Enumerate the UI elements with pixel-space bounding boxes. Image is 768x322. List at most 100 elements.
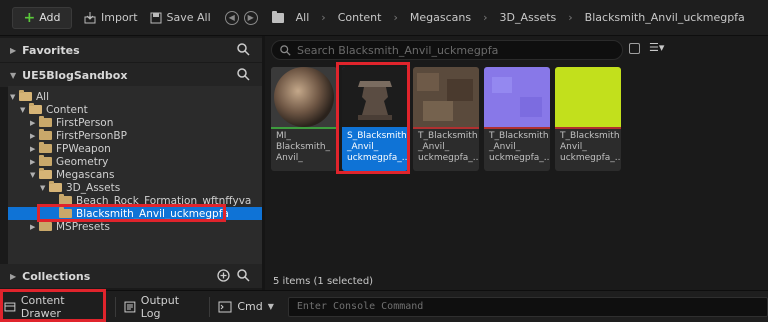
console-command-input[interactable]: Enter Console Command bbox=[287, 296, 768, 317]
breadcrumb-item-3d-assets[interactable]: 3D_Assets bbox=[499, 11, 556, 24]
project-label: UE5BlogSandbox bbox=[22, 68, 128, 82]
chevron-right-icon: › bbox=[483, 11, 488, 24]
normal-map-thumbnail bbox=[484, 67, 550, 127]
expand-right-icon: ▶ bbox=[30, 118, 36, 127]
forward-icon[interactable]: ▶ bbox=[243, 10, 258, 25]
breadcrumb: All › Content › Megascans › 3D_Assets › … bbox=[271, 10, 745, 24]
asset-label-text: T_Blacksmith _Anvil_ uckmegpfa_... bbox=[489, 131, 550, 163]
save-all-label: Save All bbox=[166, 11, 211, 24]
expand-right-icon: ▶ bbox=[10, 271, 17, 281]
material-sphere-thumbnail bbox=[271, 67, 337, 127]
breadcrumb-item-all[interactable]: All bbox=[296, 11, 310, 24]
chevron-right-icon: › bbox=[568, 11, 573, 24]
output-log-button[interactable]: Output Log bbox=[116, 291, 209, 322]
folder-tree: ▼ All ▼ Content ▶ FirstPerson ▶ FirstPer… bbox=[8, 86, 262, 266]
terminal-icon bbox=[218, 301, 232, 312]
tree-item-label: Megascans bbox=[56, 168, 115, 181]
tree-item-megascans[interactable]: ▼ Megascans bbox=[8, 168, 262, 181]
tree-item-label: FirstPersonBP bbox=[56, 129, 127, 142]
asset-label: T_Blacksmith _Anvil_ uckmegpfa_... bbox=[489, 131, 550, 164]
save-search-icon[interactable] bbox=[629, 43, 640, 54]
add-collection-icon[interactable] bbox=[217, 269, 230, 282]
collections-header[interactable]: ▶ Collections bbox=[0, 264, 262, 288]
search-icon[interactable] bbox=[237, 68, 250, 81]
save-icon bbox=[150, 12, 162, 23]
tree-item-label: Content bbox=[46, 103, 88, 116]
tree-item-firstperson[interactable]: ▶ FirstPerson bbox=[8, 116, 262, 129]
tree-item-label: MSPresets bbox=[56, 220, 110, 233]
tree-item-firstpersonbp[interactable]: ▶ FirstPersonBP bbox=[8, 129, 262, 142]
asset-type-bar bbox=[413, 127, 479, 129]
tree-item-fpweapon[interactable]: ▶ FPWeapon bbox=[8, 142, 262, 155]
folder-icon bbox=[19, 90, 32, 101]
chevron-right-icon: › bbox=[321, 11, 326, 24]
asset-label-text: T_Blacksmith _Anvil_ uckmegpfa_... bbox=[418, 131, 479, 163]
expand-right-icon: ▶ bbox=[30, 131, 36, 140]
breadcrumb-item-anvil[interactable]: Blacksmith_Anvil_uckmegpfa bbox=[585, 11, 745, 24]
orm-texture-thumbnail bbox=[555, 67, 621, 127]
import-icon bbox=[84, 11, 96, 23]
tree-item-all[interactable]: ▼ All bbox=[8, 90, 262, 103]
asset-tile-material-instance[interactable]: MI_ Blacksmith_ Anvil_ bbox=[271, 67, 337, 171]
asset-label: T_Blacksmith Anvil_ uckmegpfa_... bbox=[560, 131, 621, 164]
expand-right-icon: ▶ bbox=[30, 157, 36, 166]
history-nav: ◀ ▶ bbox=[224, 10, 258, 25]
save-all-button[interactable]: Save All bbox=[150, 11, 211, 24]
tree-item-label: FPWeapon bbox=[56, 142, 111, 155]
asset-type-bar bbox=[271, 127, 337, 129]
filter-icon[interactable]: ☰▾ bbox=[649, 41, 664, 54]
search-icon bbox=[280, 44, 291, 56]
add-label: Add bbox=[39, 11, 61, 24]
asset-type-bar bbox=[484, 127, 550, 129]
folder-icon bbox=[49, 181, 62, 192]
expand-down-icon: ▼ bbox=[10, 70, 17, 80]
import-label: Import bbox=[101, 11, 138, 24]
favorites-header[interactable]: ▶ Favorites bbox=[0, 38, 262, 62]
expand-down-icon: ▼ bbox=[10, 92, 16, 101]
albedo-texture-thumbnail bbox=[413, 67, 479, 127]
import-button[interactable]: Import bbox=[84, 11, 138, 24]
expand-right-icon: ▶ bbox=[30, 222, 36, 231]
annotation-highlight bbox=[336, 62, 410, 174]
asset-label: T_Blacksmith _Anvil_ uckmegpfa_... bbox=[418, 131, 479, 164]
annotation-highlight bbox=[0, 289, 106, 322]
expand-down-icon: ▼ bbox=[20, 105, 26, 114]
tree-item-label: 3D_Assets bbox=[66, 181, 121, 194]
tree-item-3d-assets[interactable]: ▼ 3D_Assets bbox=[8, 181, 262, 194]
cmd-dropdown[interactable]: Cmd ▼ bbox=[210, 291, 282, 322]
expand-right-icon: ▶ bbox=[10, 45, 17, 55]
asset-tile-texture-albedo[interactable]: T_Blacksmith _Anvil_ uckmegpfa_... bbox=[413, 67, 479, 171]
folder-icon bbox=[39, 129, 52, 140]
breadcrumb-item-megascans[interactable]: Megascans bbox=[410, 11, 471, 24]
annotation-highlight bbox=[37, 204, 226, 222]
asset-label: MI_ Blacksmith_ Anvil_ bbox=[276, 131, 334, 164]
folder-icon bbox=[39, 220, 52, 231]
back-icon[interactable]: ◀ bbox=[224, 10, 239, 25]
expand-down-icon: ▼ bbox=[30, 170, 36, 179]
chevron-right-icon: › bbox=[393, 11, 398, 24]
search-input[interactable]: Search Blacksmith_Anvil_uckmegpfa bbox=[271, 40, 623, 60]
search-icon[interactable] bbox=[237, 43, 250, 56]
output-log-icon bbox=[124, 301, 136, 312]
add-button[interactable]: + Add bbox=[12, 6, 72, 29]
asset-tile-texture-orm[interactable]: T_Blacksmith Anvil_ uckmegpfa_... bbox=[555, 67, 621, 171]
tree-item-geometry[interactable]: ▶ Geometry bbox=[8, 155, 262, 168]
folder-icon bbox=[271, 10, 284, 23]
project-header[interactable]: ▼ UE5BlogSandbox bbox=[0, 63, 262, 87]
asset-label-text: MI_ Blacksmith_ Anvil_ bbox=[276, 131, 331, 163]
item-count-status: 5 items (1 selected) bbox=[273, 276, 374, 287]
search-icon[interactable] bbox=[237, 269, 250, 282]
plus-icon: + bbox=[23, 9, 36, 26]
console-placeholder: Enter Console Command bbox=[296, 301, 424, 312]
folder-icon bbox=[39, 142, 52, 153]
tree-item-content[interactable]: ▼ Content bbox=[8, 103, 262, 116]
breadcrumb-item-content[interactable]: Content bbox=[338, 11, 382, 24]
expand-down-icon: ▼ bbox=[40, 183, 46, 192]
tree-item-label: FirstPerson bbox=[56, 116, 114, 129]
folder-icon bbox=[39, 168, 52, 179]
asset-tile-texture-normal[interactable]: T_Blacksmith _Anvil_ uckmegpfa_... bbox=[484, 67, 550, 171]
status-bar: Content Drawer Output Log Cmd ▼ Enter Co… bbox=[0, 290, 768, 322]
cmd-label: Cmd bbox=[237, 300, 263, 313]
folder-icon bbox=[39, 155, 52, 166]
folder-icon bbox=[39, 116, 52, 127]
